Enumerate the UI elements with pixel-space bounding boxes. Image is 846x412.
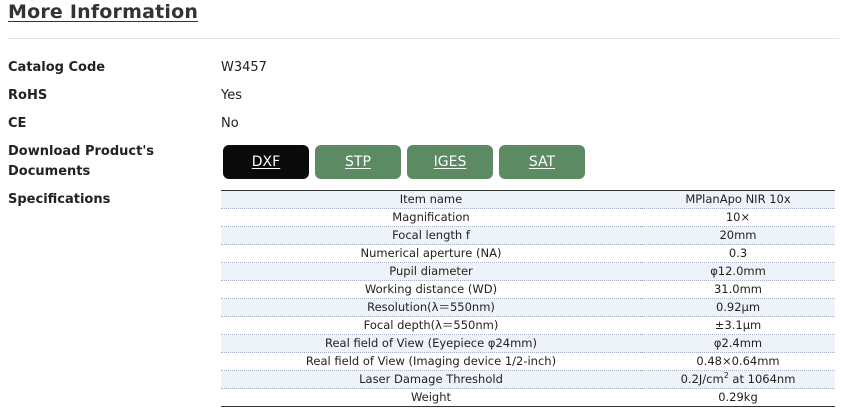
sat-download-button[interactable]: SAT bbox=[499, 145, 585, 179]
table-row: Working distance (WD) 31.0mm bbox=[221, 280, 835, 299]
spec-name-cell: Real field of View (Imaging device 1/2-i… bbox=[221, 352, 641, 371]
table-row: Pupil diameter φ12.0mm bbox=[221, 262, 835, 281]
specifications-label: Specifications bbox=[8, 192, 111, 207]
section-title: More Information bbox=[8, 1, 199, 23]
download-documents-label-line1: Download Product's bbox=[8, 144, 155, 159]
table-row: Focal length f 20mm bbox=[221, 226, 835, 245]
spec-value-cell: 10× bbox=[641, 208, 835, 227]
table-row: Resolution(λ＝550nm) 0.92μm bbox=[221, 298, 835, 317]
spec-value-text: 0.2J/cm bbox=[680, 372, 724, 386]
spec-name-cell: Focal length f bbox=[221, 226, 641, 245]
table-row: Real field of View (Imaging device 1/2-i… bbox=[221, 352, 835, 371]
spec-name-cell: Weight bbox=[221, 388, 641, 407]
table-row: Numerical aperture (NA) 0.3 bbox=[221, 244, 835, 263]
table-row: Item name MPlanApo NIR 10x bbox=[221, 190, 835, 209]
spec-value-cell: 0.29kg bbox=[641, 388, 835, 407]
more-information-panel: More Information Catalog Code W3457 RoHS… bbox=[0, 0, 846, 412]
table-row: Focal depth(λ＝550nm) ±3.1μm bbox=[221, 316, 835, 335]
spec-name-cell: Pupil diameter bbox=[221, 262, 641, 281]
spec-value-cell: φ2.4mm bbox=[641, 334, 835, 353]
spec-name-cell: Item name bbox=[221, 190, 641, 209]
dxf-download-button[interactable]: DXF bbox=[223, 145, 309, 179]
table-row: Laser Damage Threshold 0.2J/cm2 at 1064n… bbox=[221, 370, 835, 389]
spec-name-cell: Resolution(λ＝550nm) bbox=[221, 298, 641, 317]
rohs-label: RoHS bbox=[8, 88, 48, 103]
download-documents-label-line2: Documents bbox=[8, 164, 91, 179]
spec-name-cell: Magnification bbox=[221, 208, 641, 227]
spec-value-cell: ±3.1μm bbox=[641, 316, 835, 335]
table-row: Magnification 10× bbox=[221, 208, 835, 227]
document-download-buttons: DXF STP IGES SAT bbox=[223, 145, 585, 179]
section-divider bbox=[8, 38, 839, 39]
spec-name-cell: Numerical aperture (NA) bbox=[221, 244, 641, 263]
stp-download-button[interactable]: STP bbox=[315, 145, 401, 179]
ce-label: CE bbox=[8, 116, 27, 131]
spec-name-cell: Working distance (WD) bbox=[221, 280, 641, 299]
spec-value-cell: 20mm bbox=[641, 226, 835, 245]
spec-value-cell: 0.2J/cm2 at 1064nm bbox=[641, 370, 835, 389]
spec-value-cell: MPlanApo NIR 10x bbox=[641, 190, 835, 209]
catalog-code-value: W3457 bbox=[221, 60, 267, 75]
spec-value-cell: 31.0mm bbox=[641, 280, 835, 299]
iges-download-button[interactable]: IGES bbox=[407, 145, 493, 179]
spec-name-cell: Real field of View (Eyepiece φ24mm) bbox=[221, 334, 641, 353]
spec-value-cell: φ12.0mm bbox=[641, 262, 835, 281]
download-documents-label: Download Product's Documents bbox=[8, 142, 154, 182]
spec-value-suffix: at 1064nm bbox=[728, 372, 796, 386]
ce-value: No bbox=[221, 116, 239, 131]
spec-name-cell: Laser Damage Threshold bbox=[221, 370, 641, 389]
table-row: Weight 0.29kg bbox=[221, 388, 835, 407]
specifications-table: Item name MPlanApo NIR 10x Magnification… bbox=[221, 190, 835, 407]
spec-name-cell: Focal depth(λ＝550nm) bbox=[221, 316, 641, 335]
table-row: Real field of View (Eyepiece φ24mm) φ2.4… bbox=[221, 334, 835, 353]
rohs-value: Yes bbox=[221, 88, 242, 103]
spec-value-cell: 0.48×0.64mm bbox=[641, 352, 835, 371]
spec-value-cell: 0.3 bbox=[641, 244, 835, 263]
spec-value-cell: 0.92μm bbox=[641, 298, 835, 317]
catalog-code-label: Catalog Code bbox=[8, 60, 106, 75]
